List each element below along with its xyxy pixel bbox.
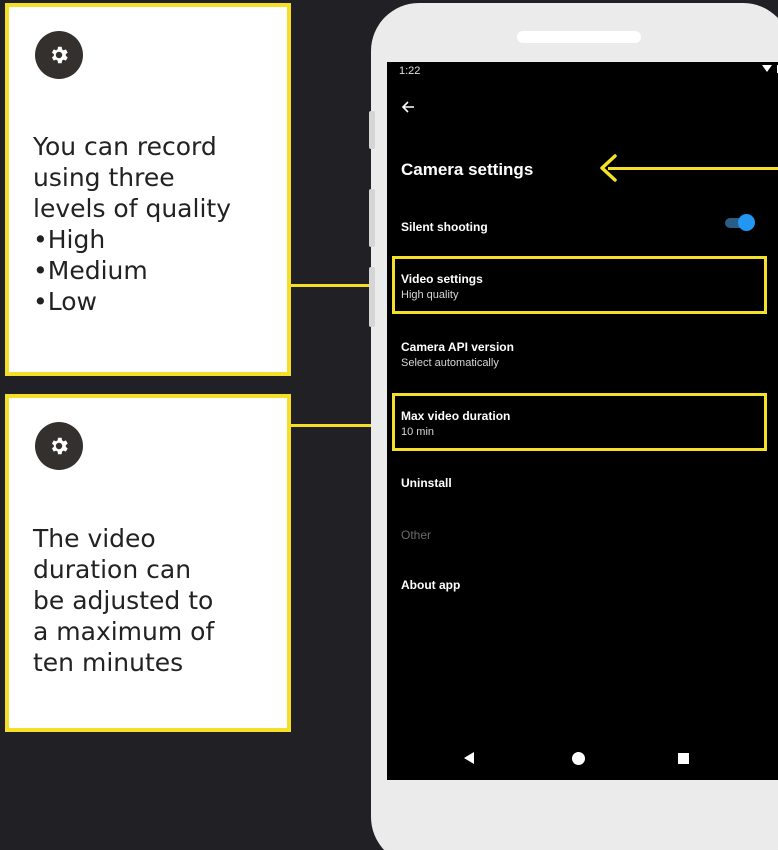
setting-value: Select automatically bbox=[401, 357, 499, 369]
speaker-grille bbox=[517, 31, 641, 43]
silent-shooting-toggle[interactable] bbox=[725, 214, 755, 231]
duration-callout-text: The video duration can be adjusted to a … bbox=[33, 523, 269, 678]
section-other: Other bbox=[401, 528, 431, 542]
quality-callout-text: You can record using three levels of qua… bbox=[33, 131, 269, 317]
nav-recent-icon[interactable] bbox=[678, 753, 689, 764]
side-button bbox=[369, 189, 375, 247]
callout-line: be adjusted to bbox=[33, 586, 214, 615]
setting-camera-api[interactable]: Camera API version Select automatically bbox=[401, 340, 514, 369]
setting-label: Camera API version bbox=[401, 340, 514, 354]
quality-callout: You can record using three levels of qua… bbox=[5, 3, 291, 376]
page-title: Camera settings bbox=[401, 160, 534, 179]
gear-icon bbox=[35, 422, 83, 470]
setting-about-app[interactable]: About app bbox=[401, 578, 460, 592]
toggle-thumb bbox=[738, 214, 755, 231]
callout-line: ten minutes bbox=[33, 648, 184, 677]
quality-list-item: Medium bbox=[33, 255, 269, 286]
arrow-left-icon[interactable] bbox=[401, 98, 415, 119]
callout-line: a maximum of bbox=[33, 617, 215, 646]
callout-line: The video bbox=[33, 524, 156, 553]
video-settings-highlight bbox=[392, 256, 767, 314]
nav-home-icon[interactable] bbox=[572, 752, 585, 765]
wifi-icon bbox=[762, 65, 772, 72]
setting-label: Silent shooting bbox=[401, 220, 488, 234]
callout-line: duration can bbox=[33, 555, 192, 584]
callout-line: levels of quality bbox=[33, 194, 231, 223]
gear-icon bbox=[35, 31, 83, 79]
callout-line: You can record bbox=[33, 132, 217, 161]
setting-label: Uninstall bbox=[401, 476, 452, 490]
duration-callout: The video duration can be adjusted to a … bbox=[5, 394, 291, 732]
setting-silent-shooting[interactable]: Silent shooting bbox=[401, 220, 488, 234]
pointer-arrow-line bbox=[608, 167, 778, 170]
setting-label: About app bbox=[401, 578, 461, 592]
quality-list: High Medium Low bbox=[33, 224, 269, 317]
setting-uninstall[interactable]: Uninstall bbox=[401, 476, 452, 490]
callout-line: using three bbox=[33, 163, 175, 192]
nav-back-icon[interactable] bbox=[464, 752, 474, 764]
max-duration-highlight bbox=[392, 393, 767, 451]
status-time: 1:22 bbox=[399, 65, 421, 77]
section-label: Other bbox=[401, 528, 432, 542]
pointer-arrow-icon bbox=[597, 154, 625, 182]
side-button bbox=[369, 111, 375, 149]
quality-list-item: Low bbox=[33, 286, 269, 317]
quality-list-item: High bbox=[33, 224, 269, 255]
side-button bbox=[369, 267, 375, 327]
status-icons bbox=[761, 64, 778, 77]
